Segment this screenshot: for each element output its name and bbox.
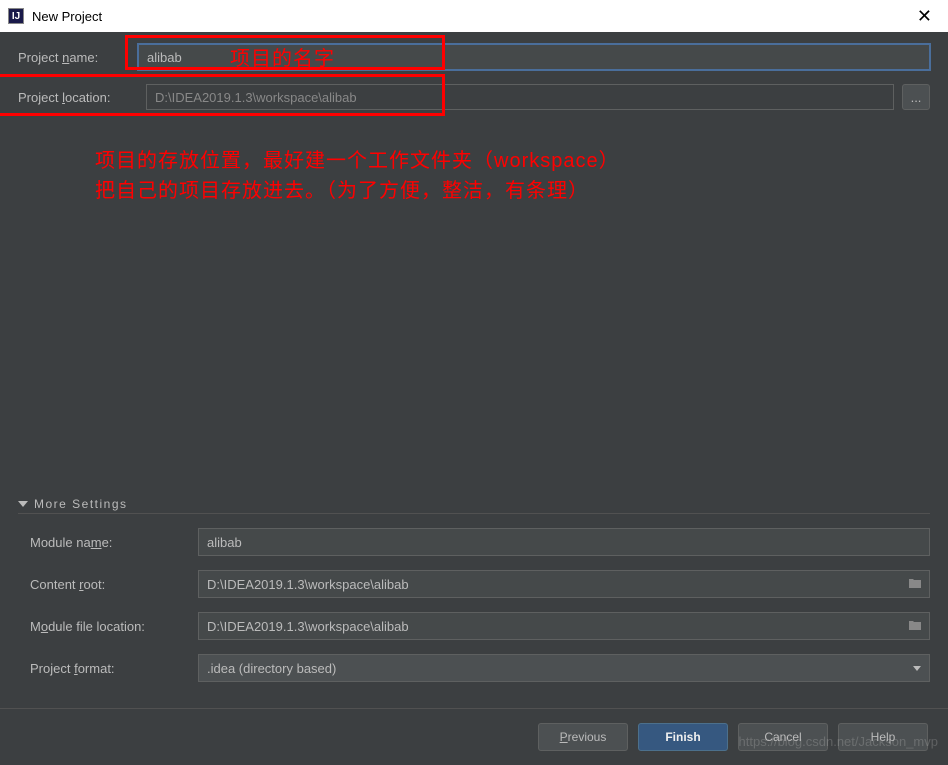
close-icon[interactable]: ✕ [909, 6, 940, 27]
cancel-button[interactable]: Cancel [738, 723, 828, 751]
annotation-location-text-2: 把自己的项目存放进去。（为了方便，整洁，有条理） [95, 174, 589, 203]
chevron-down-icon [18, 501, 28, 507]
more-settings-section: More Settings Module name: Content root: [18, 497, 930, 696]
project-format-row: Project format: .idea (directory based) [30, 654, 930, 682]
more-settings-toggle[interactable]: More Settings [18, 497, 930, 514]
module-name-row: Module name: [30, 528, 930, 556]
module-file-location-row: Module file location: [30, 612, 930, 640]
help-button[interactable]: Help [838, 723, 928, 751]
project-location-row: Project location: ... [18, 82, 930, 112]
project-format-label: Project format: [30, 661, 198, 676]
titlebar-left: IJ New Project [8, 8, 102, 24]
more-settings-label: More Settings [34, 497, 128, 511]
project-format-select[interactable]: .idea (directory based) [198, 654, 930, 682]
project-name-label: Project name: [18, 50, 138, 65]
module-name-input[interactable] [198, 528, 930, 556]
finish-button[interactable]: Finish [638, 723, 728, 751]
folder-icon[interactable] [908, 576, 922, 592]
browse-location-button[interactable]: ... [902, 84, 930, 110]
content-root-input-wrap [198, 570, 930, 598]
app-icon: IJ [8, 8, 24, 24]
content-root-input[interactable] [198, 570, 930, 598]
annotation-location-text-1: 项目的存放位置，最好建一个工作文件夹（workspace） [95, 144, 620, 173]
content-root-label: Content root: [30, 577, 198, 592]
chevron-down-icon [913, 666, 921, 671]
project-location-input[interactable] [146, 84, 894, 110]
annotation-name-text: 项目的名字 [230, 42, 335, 71]
module-file-location-label: Module file location: [30, 619, 198, 634]
content-area: Project name: Project location: ... 项目的名… [0, 32, 948, 708]
titlebar: IJ New Project ✕ [0, 0, 948, 32]
module-file-location-input-wrap [198, 612, 930, 640]
project-location-label: Project location: [18, 90, 146, 105]
module-name-label: Module name: [30, 535, 198, 550]
content-root-row: Content root: [30, 570, 930, 598]
new-project-window: IJ New Project ✕ Project name: Project l… [0, 0, 948, 765]
previous-button[interactable]: Previous [538, 723, 628, 751]
project-format-value: .idea (directory based) [207, 661, 336, 676]
module-name-input-wrap [198, 528, 930, 556]
footer: Previous Finish Cancel Help [0, 708, 948, 765]
project-name-row: Project name: [18, 42, 930, 72]
module-file-location-input[interactable] [198, 612, 930, 640]
window-title: New Project [32, 9, 102, 24]
folder-icon[interactable] [908, 618, 922, 634]
